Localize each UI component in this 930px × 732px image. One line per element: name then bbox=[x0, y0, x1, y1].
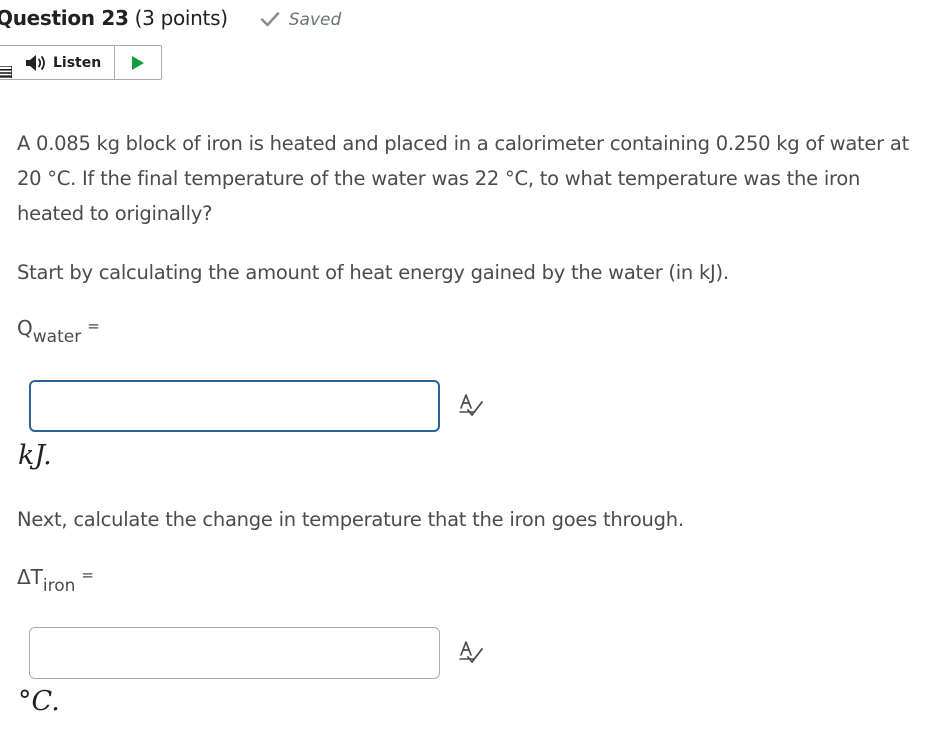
spellcheck-icon[interactable] bbox=[458, 392, 484, 418]
q-water-subscript: water bbox=[32, 327, 82, 347]
listen-toolbar: Listen bbox=[0, 45, 162, 80]
q-water-equals: = bbox=[87, 317, 100, 335]
play-button[interactable] bbox=[115, 46, 161, 79]
q-water-label: Qwater = bbox=[17, 316, 100, 347]
step-2-instruction: Next, calculate the change in temperatur… bbox=[17, 508, 684, 531]
listen-button[interactable]: Listen bbox=[0, 46, 115, 79]
menu-icon[interactable] bbox=[0, 66, 12, 78]
question-prompt: A 0.085 kg block of iron is heated and p… bbox=[17, 132, 909, 225]
q-water-symbol: Q bbox=[17, 316, 33, 340]
question-header: Question 23 (3 points) Saved bbox=[0, 6, 341, 34]
spellcheck-icon[interactable] bbox=[458, 639, 484, 665]
speaker-icon bbox=[26, 54, 45, 71]
play-icon bbox=[132, 55, 144, 70]
quiz-question-page: Question 23 (3 points) Saved Listen A 0.… bbox=[0, 0, 930, 732]
listen-label: Listen bbox=[53, 54, 102, 71]
saved-status-label: Saved bbox=[288, 10, 342, 30]
saved-status: Saved bbox=[260, 9, 342, 30]
delta-t-iron-equals: = bbox=[81, 566, 94, 584]
checkmark-icon bbox=[260, 12, 280, 27]
q-water-unit: kJ. bbox=[18, 440, 52, 471]
step-1-instruction: Start by calculating the amount of heat … bbox=[17, 261, 729, 284]
question-title: Question 23 bbox=[0, 6, 129, 30]
q-water-input[interactable] bbox=[29, 380, 440, 432]
delta-t-iron-input[interactable] bbox=[29, 627, 440, 679]
delta-t-iron-symbol: ΔT bbox=[17, 565, 43, 589]
delta-t-iron-label: ΔTiron = bbox=[17, 565, 94, 596]
delta-t-iron-unit: °C. bbox=[18, 686, 60, 717]
question-points: (3 points) bbox=[134, 6, 228, 30]
delta-t-iron-subscript: iron bbox=[42, 576, 76, 596]
